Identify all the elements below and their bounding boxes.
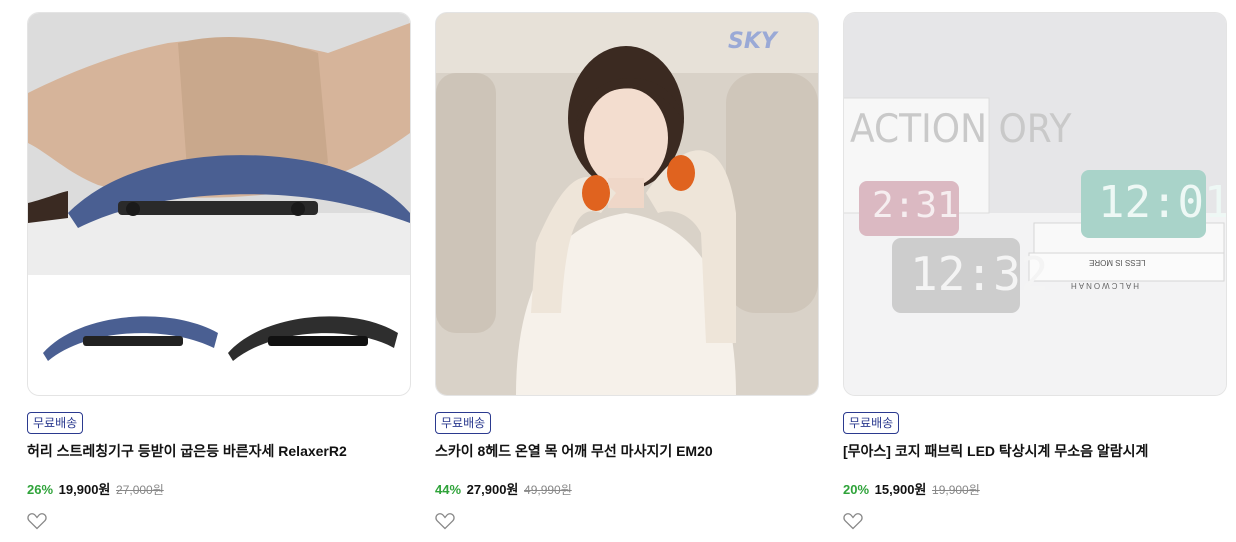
brand-watermark: SKY xyxy=(728,29,777,54)
free-shipping-badge: 무료배송 xyxy=(843,412,900,434)
clock-display: 12:32 xyxy=(910,247,1049,301)
product-image[interactable]: ACTION ORY 2:31 12:01 12:32 LESS IS MORE… xyxy=(843,12,1227,396)
clock-display: 2:31 xyxy=(872,185,959,226)
original-price: 49,990원 xyxy=(524,483,572,497)
free-shipping-badge: 무료배송 xyxy=(435,412,492,434)
product-card[interactable]: ACTION ORY 2:31 12:01 12:32 LESS IS MORE… xyxy=(843,12,1227,535)
product-image[interactable]: SKY xyxy=(435,12,819,396)
discount-rate: 26% xyxy=(27,482,54,497)
price-row: 26% 19,900원 27,000원 xyxy=(27,482,411,498)
clock-display: 12:01 xyxy=(1098,177,1227,228)
book-spine-text: LESS IS MORE xyxy=(1089,258,1146,267)
discount-rate: 20% xyxy=(843,482,870,497)
original-price: 27,000원 xyxy=(116,483,164,497)
price-row: 20% 15,900원 19,900원 xyxy=(843,482,1227,498)
product-title[interactable]: 스카이 8헤드 온열 목 어깨 무선 마사지기 EM20 xyxy=(435,442,819,460)
sale-price: 15,900원 xyxy=(874,482,927,497)
book-spine-text: HALCWONAH xyxy=(1069,281,1140,290)
price-row: 44% 27,900원 49,990원 xyxy=(435,482,819,498)
original-price: 19,900원 xyxy=(932,483,980,497)
poster-text: ACTION ORY xyxy=(850,106,1072,152)
free-shipping-badge: 무료배송 xyxy=(27,412,84,434)
discount-rate: 44% xyxy=(435,482,462,497)
product-card[interactable]: SKY 무료배송 스카이 8헤드 온열 목 어깨 무선 마사지기 EM20 44… xyxy=(435,12,819,535)
heart-icon[interactable] xyxy=(843,512,863,530)
sale-price: 27,900원 xyxy=(466,482,519,497)
product-title[interactable]: 허리 스트레칭기구 등받이 굽은등 바른자세 RelaxerR2 xyxy=(27,442,411,460)
product-grid: 무료배송 허리 스트레칭기구 등받이 굽은등 바른자세 RelaxerR2 26… xyxy=(0,0,1236,542)
back-stretcher-image xyxy=(28,13,410,395)
heart-icon[interactable] xyxy=(435,512,455,530)
product-card[interactable]: 무료배송 허리 스트레칭기구 등받이 굽은등 바른자세 RelaxerR2 26… xyxy=(27,12,411,535)
product-image[interactable] xyxy=(27,12,411,396)
sale-price: 19,900원 xyxy=(58,482,111,497)
heart-icon[interactable] xyxy=(27,512,47,530)
massager-image xyxy=(436,13,818,395)
product-title[interactable]: [무아스] 코지 패브릭 LED 탁상시계 무소음 알람시계 xyxy=(843,442,1227,460)
